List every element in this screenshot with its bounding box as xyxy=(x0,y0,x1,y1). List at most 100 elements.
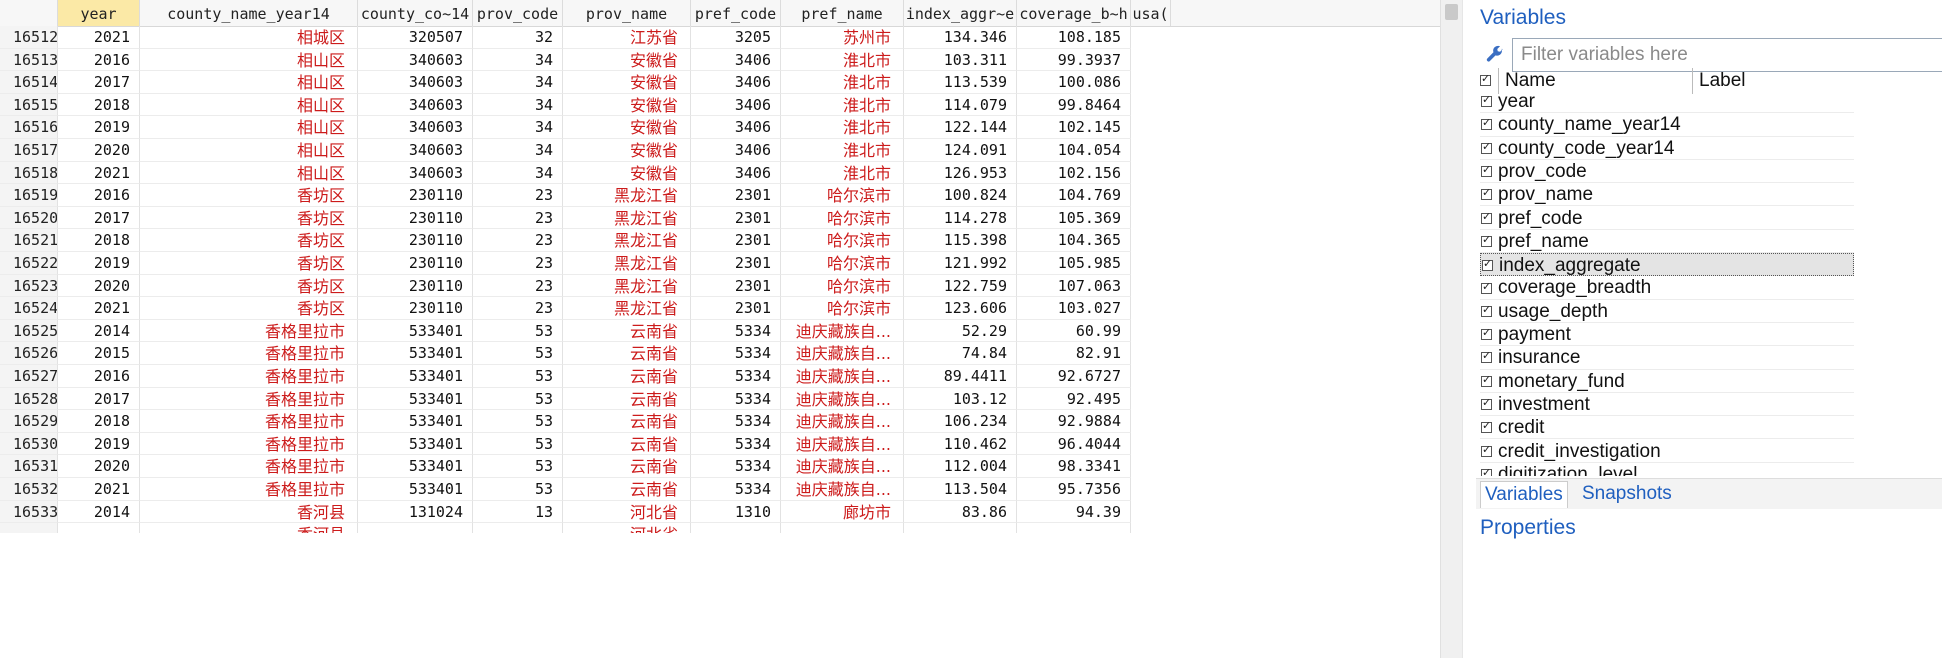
table-cell[interactable]: 34 xyxy=(473,161,563,185)
variable-item[interactable]: index_aggregate xyxy=(1480,253,1854,277)
table-cell[interactable]: 23 xyxy=(473,252,563,275)
table-cell[interactable]: 533401 xyxy=(358,342,473,365)
table-cell[interactable]: 94.39 xyxy=(1017,500,1131,524)
table-row[interactable]: 16527 2016 香格里拉市 533401 53 云南省 5334 迪庆藏族自... 89.… xyxy=(0,365,1440,388)
table-cell[interactable]: 香格里拉市 xyxy=(140,342,358,365)
table-cell[interactable]: 淮北市 xyxy=(781,139,904,162)
table-cell[interactable]: 340603 xyxy=(358,71,473,94)
table-cell[interactable]: 香格里拉市 xyxy=(140,432,358,456)
table-cell[interactable]: 102.145 xyxy=(1017,116,1131,139)
table-cell[interactable]: 云南省 xyxy=(563,478,691,501)
table-cell[interactable]: 黑龙江省 xyxy=(563,297,691,320)
table-cell[interactable]: 黑龙江省 xyxy=(563,274,691,298)
table-cell[interactable]: 2015 xyxy=(58,342,140,365)
table-cell[interactable]: 迪庆藏族自... xyxy=(781,319,904,343)
table-cell[interactable]: 102.156 xyxy=(1017,161,1131,185)
table-cell[interactable]: 5334 xyxy=(691,387,781,411)
checkbox-checked-icon[interactable] xyxy=(1481,396,1492,411)
table-cell[interactable]: 92.6727 xyxy=(1017,365,1131,388)
table-cell[interactable]: 淮北市 xyxy=(781,48,904,72)
table-cell[interactable]: 103.12 xyxy=(904,387,1017,411)
table-cell[interactable]: 103.027 xyxy=(1017,297,1131,320)
table-cell[interactable]: 河北省 xyxy=(563,523,691,534)
column-header[interactable]: prov_code xyxy=(473,0,563,26)
table-cell[interactable]: 香坊区 xyxy=(140,206,358,230)
variable-item[interactable]: payment xyxy=(1480,323,1854,347)
table-cell[interactable]: 34 xyxy=(473,71,563,94)
table-cell[interactable]: 3406 xyxy=(691,161,781,185)
table-cell[interactable]: 230110 xyxy=(358,229,473,252)
table-cell[interactable]: 香格里拉市 xyxy=(140,319,358,343)
table-row[interactable]: 16524 2021 香坊区 230110 23 黑龙江省 2301 哈尔滨市 123.606 1… xyxy=(0,297,1440,320)
checkbox-checked-icon[interactable] xyxy=(1481,186,1492,201)
table-cell[interactable]: 云南省 xyxy=(563,410,691,433)
table-cell[interactable]: 2014 xyxy=(58,319,140,343)
variable-item[interactable]: year xyxy=(1480,90,1854,114)
table-cell[interactable]: 122.144 xyxy=(904,116,1017,139)
table-cell[interactable]: 云南省 xyxy=(563,455,691,478)
table-cell[interactable]: 5334 xyxy=(691,365,781,388)
table-row[interactable]: 16518 2021 相山区 340603 34 安徽省 3406 淮北市 126.953 102… xyxy=(0,161,1440,185)
table-cell[interactable]: 2017 xyxy=(58,206,140,230)
table-cell[interactable]: 3205 xyxy=(691,26,781,49)
table-cell[interactable]: 3406 xyxy=(691,116,781,139)
table-cell[interactable]: 230110 xyxy=(358,206,473,230)
table-cell[interactable]: 13 xyxy=(473,500,563,524)
table-cell[interactable]: 23 xyxy=(473,274,563,298)
column-header[interactable]: usa( xyxy=(1131,0,1171,26)
table-cell[interactable]: 迪庆藏族自... xyxy=(781,455,904,478)
table-cell[interactable]: 相山区 xyxy=(140,161,358,185)
table-cell[interactable]: 安徽省 xyxy=(563,71,691,94)
table-cell[interactable]: 2301 xyxy=(691,274,781,298)
table-cell[interactable]: 云南省 xyxy=(563,432,691,456)
table-cell[interactable]: 迪庆藏族自... xyxy=(781,478,904,501)
table-cell[interactable]: 2016 xyxy=(58,48,140,72)
table-cell[interactable]: 2018 xyxy=(58,410,140,433)
table-row[interactable]: 16533 2014 香河县 131024 13 河北省 1310 廊坊市 83.86 94.39 xyxy=(0,500,1440,524)
table-cell[interactable]: 廊坊市 xyxy=(781,500,904,524)
checkbox-checked-icon[interactable] xyxy=(1481,349,1492,364)
table-cell[interactable]: 5334 xyxy=(691,410,781,433)
table-row[interactable]: 16519 2016 香坊区 230110 23 黑龙江省 2301 哈尔滨市 100.824 1… xyxy=(0,184,1440,207)
table-cell[interactable]: 89.4411 xyxy=(904,365,1017,388)
table-row[interactable]: 16517 2020 相山区 340603 34 安徽省 3406 淮北市 124.091 104… xyxy=(0,139,1440,162)
table-cell[interactable]: 香格里拉市 xyxy=(140,410,358,433)
table-cell[interactable] xyxy=(473,523,563,534)
table-cell[interactable]: 安徽省 xyxy=(563,161,691,185)
table-cell[interactable]: 2021 xyxy=(58,161,140,185)
table-cell[interactable]: 香格里拉市 xyxy=(140,365,358,388)
variable-item[interactable]: pref_name xyxy=(1480,230,1854,254)
table-cell[interactable]: 2019 xyxy=(58,116,140,139)
table-cell[interactable]: 230110 xyxy=(358,297,473,320)
table-cell[interactable]: 2021 xyxy=(58,297,140,320)
variable-item[interactable]: digitization_level xyxy=(1480,463,1854,476)
table-cell[interactable]: 34 xyxy=(473,139,563,162)
data-editor-grid[interactable]: year county_name_year14 county_co~14 prov_c… xyxy=(0,0,1462,658)
table-cell[interactable]: 哈尔滨市 xyxy=(781,184,904,207)
table-cell[interactable]: 5334 xyxy=(691,478,781,501)
table-cell[interactable]: 99.3937 xyxy=(1017,48,1131,72)
table-cell[interactable]: 104.365 xyxy=(1017,229,1131,252)
table-cell[interactable]: 340603 xyxy=(358,116,473,139)
table-row[interactable]: 香河县 河北省 xyxy=(0,523,1440,534)
table-cell[interactable]: 533401 xyxy=(358,455,473,478)
table-cell[interactable]: 114.278 xyxy=(904,206,1017,230)
table-cell[interactable]: 5334 xyxy=(691,455,781,478)
table-cell[interactable]: 淮北市 xyxy=(781,71,904,94)
table-cell[interactable]: 淮北市 xyxy=(781,161,904,185)
table-cell[interactable]: 2301 xyxy=(691,252,781,275)
table-cell[interactable]: 迪庆藏族自... xyxy=(781,410,904,433)
table-cell[interactable]: 香格里拉市 xyxy=(140,478,358,501)
table-cell[interactable]: 淮北市 xyxy=(781,93,904,117)
table-cell[interactable]: 106.234 xyxy=(904,410,1017,433)
table-cell[interactable]: 34 xyxy=(473,116,563,139)
table-cell[interactable]: 74.84 xyxy=(904,342,1017,365)
table-cell[interactable]: 3406 xyxy=(691,71,781,94)
table-cell[interactable]: 2018 xyxy=(58,93,140,117)
table-cell[interactable]: 2016 xyxy=(58,365,140,388)
column-header[interactable]: county_co~14 xyxy=(358,0,473,26)
table-cell[interactable]: 2018 xyxy=(58,229,140,252)
table-row[interactable]: 16525 2014 香格里拉市 533401 53 云南省 5334 迪庆藏族自... 52.… xyxy=(0,319,1440,343)
table-row[interactable]: 16528 2017 香格里拉市 533401 53 云南省 5334 迪庆藏族自... 103… xyxy=(0,387,1440,411)
tab-snapshots[interactable]: Snapshots xyxy=(1578,481,1676,507)
